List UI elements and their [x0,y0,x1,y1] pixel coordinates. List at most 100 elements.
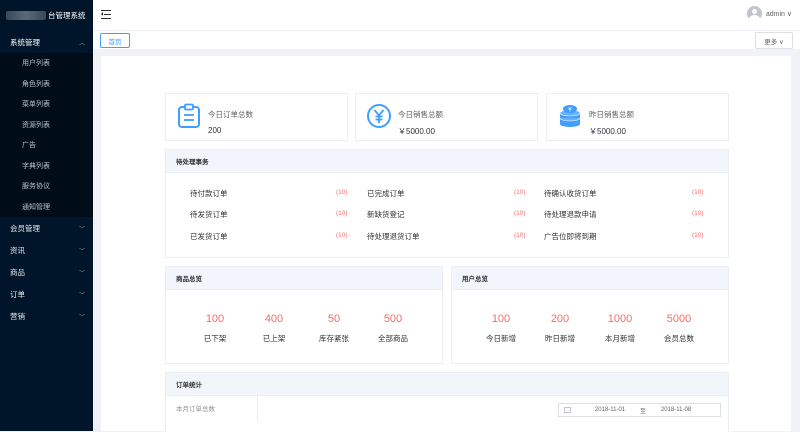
users-title: 用户总览 [452,267,728,290]
task-count: (10) [336,189,348,196]
sidebar: 台管理系统 系统管理 ︿ 用户列表 角色列表 菜单列表 资源列表 广告 字典列表… [0,0,93,431]
task-label: 待确认收货订单 [544,189,597,198]
app-title: 台管理系统 [48,11,86,20]
chevron-down-icon: ﹀ [78,292,85,299]
task-count: (10) [336,232,348,239]
goods-label: 库存紧张 [319,334,349,343]
stat-value: 200 [208,126,222,135]
task-label: 已完成订单 [367,189,405,198]
menu-goods[interactable]: 商品 ﹀ [0,261,93,283]
menu-orders[interactable]: 订单 ﹀ [0,283,93,305]
menu-system[interactable]: 系统管理 ︿ [0,31,93,53]
users-value: 100 [491,313,511,325]
pending-title: 待处理事务 [166,150,728,173]
stat-card-today-sales: 今日销售总额 ￥5000.00 [355,93,538,141]
task-count: (10) [514,210,526,217]
task-label: 广告位即将到期 [544,232,597,241]
date-to[interactable]: 2018-11-08 [651,407,701,413]
chevron-down-icon: ﹀ [78,270,85,277]
task-label: 已发货订单 [190,232,228,241]
task-count: (10) [692,189,704,196]
users-label: 今日新增 [486,334,516,343]
menu-toggle-icon[interactable] [101,10,111,19]
month-orders-label: 本月订单总数 [166,395,258,421]
coin-stack-icon: ¥ [559,105,581,127]
app-logo[interactable]: 台管理系统 [0,0,93,31]
goods-label: 已下架 [203,334,227,343]
menu-members-label: 会员管理 [10,223,40,233]
pending-panel: 待处理事务 待付款订单 (10) 已完成订单 (10) 待确认收货订单 (10)… [165,149,729,258]
sidebar-item-users[interactable]: 用户列表 [0,53,93,74]
users-label: 会员总数 [664,334,694,343]
menu-marketing[interactable]: 营销 ﹀ [0,305,93,327]
menu-members[interactable]: 会员管理 ﹀ [0,217,93,239]
chevron-down-icon: ﹀ [78,314,85,321]
sidebar-item-ads[interactable]: 广告 [0,135,93,156]
sidebar-item-dict[interactable]: 字典列表 [0,156,93,177]
menu-news[interactable]: 资讯 ﹀ [0,239,93,261]
users-label: 本月新增 [605,334,635,343]
task-label: 待发货订单 [190,210,228,219]
users-value: 200 [550,313,570,325]
tab-home[interactable]: 首页 [100,33,130,48]
orders-title: 订单统计 [166,373,728,396]
users-overview-panel: 用户总览 100 今日新增 200 昨日新增 1000 本月新增 5000 会员… [451,266,729,364]
menu-orders-label: 订单 [10,289,25,299]
goods-value: 400 [264,313,284,325]
date-separator: 至 [639,408,646,415]
order-list-icon [178,103,200,128]
sidebar-item-menus[interactable]: 菜单列表 [0,94,93,115]
logo-mark [6,11,46,20]
task-label: 新缺货登记 [367,210,405,219]
menu-marketing-label: 营销 [10,311,25,321]
stat-label: 昨日销售总额 [589,110,634,119]
task-count: (10) [514,232,526,239]
task-count: (10) [514,189,526,196]
sidebar-item-agreement[interactable]: 服务协议 [0,176,93,197]
dashboard-main: 今日订单总数 200 今日销售总额 ￥5000.00 ¥ 昨日销售总额 ￥500… [101,56,791,432]
svg-text:¥: ¥ [568,107,572,114]
stat-value: ￥5000.00 [398,127,435,136]
task-label: 待处理退货订单 [367,232,420,241]
chevron-down-icon: ﹀ [78,248,85,255]
goods-overview-panel: 商品总览 100 已下架 400 已上架 50 库存紧张 500 全部商品 [165,266,443,364]
task-label: 待处理退款申请 [544,210,597,219]
stat-label: 今日销售总额 [398,110,443,119]
sidebar-item-resources[interactable]: 资源列表 [0,115,93,136]
goods-value: 50 [327,313,341,325]
goods-label: 全部商品 [378,334,408,343]
users-value: 1000 [607,313,633,325]
goods-value: 100 [205,313,225,325]
users-value: 5000 [666,313,692,325]
goods-title: 商品总览 [166,267,442,290]
user-menu[interactable]: admin ∨ [746,6,792,21]
yen-circle-icon [367,104,391,128]
task-count: (10) [336,210,348,217]
calendar-icon [564,407,571,413]
avatar [746,6,762,21]
order-stats-panel: 订单统计 本月订单总数 2018-11-01 至 2018-11-08 [165,372,729,432]
more-button[interactable]: 更多 ∨ [755,32,793,49]
goods-label: 已上架 [262,334,286,343]
menu-goods-label: 商品 [10,267,25,277]
stat-card-today-orders: 今日订单总数 200 [165,93,348,141]
chevron-up-icon: ︿ [78,40,85,47]
chevron-down-icon: ﹀ [78,226,85,233]
date-from[interactable]: 2018-11-01 [585,407,635,413]
stat-label: 今日订单总数 [208,110,253,119]
date-range-picker[interactable]: 2018-11-01 至 2018-11-08 [558,403,721,417]
username: admin ∨ [765,10,792,18]
stat-card-yesterday-sales: ¥ 昨日销售总额 ￥5000.00 [546,93,729,141]
sidebar-item-notice[interactable]: 通知管理 [0,197,93,218]
task-count: (10) [692,232,704,239]
menu-news-label: 资讯 [10,245,25,255]
users-label: 昨日新增 [545,334,575,343]
tags-view: 首页 更多 ∨ [93,30,800,49]
goods-value: 500 [383,313,403,325]
task-label: 待付款订单 [190,189,228,198]
system-submenu: 用户列表 角色列表 菜单列表 资源列表 广告 字典列表 服务协议 通知管理 [0,53,93,217]
sidebar-item-roles[interactable]: 角色列表 [0,74,93,95]
top-header: admin ∨ [93,0,800,30]
stat-value: ￥5000.00 [589,127,626,136]
task-count: (10) [692,210,704,217]
